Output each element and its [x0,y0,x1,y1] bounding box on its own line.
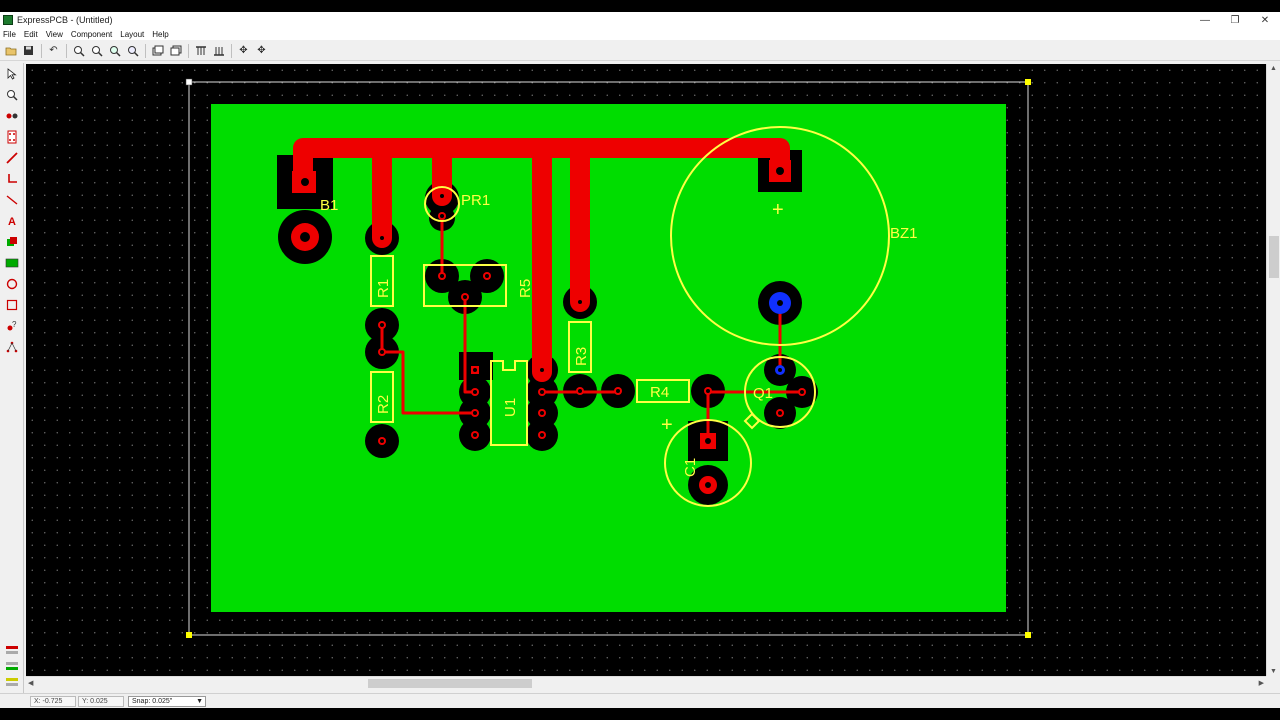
toolbar-separator [66,43,67,58]
vertical-scrollbar[interactable]: ▲ ▼ [1266,64,1280,676]
close-button[interactable]: ✕ [1250,12,1280,28]
label-bz1-plus: + [772,199,784,221]
zoom-fit-icon[interactable] [124,42,141,59]
label-r5: R5 [517,279,534,298]
scroll-right-icon[interactable]: ▶ [1259,679,1264,687]
toolbar-separator [145,43,146,58]
horizontal-scroll-thumb[interactable] [368,679,532,688]
pcb-drawing: B1 PR1 BZ1 Q1 R4 R1 R2 R5 U1 R3 C1 + + [185,78,1031,638]
minimize-button[interactable]: — [1190,12,1220,28]
fill-tool-icon[interactable] [3,233,21,251]
screen-top-border [0,0,1280,12]
pad-top-icon[interactable] [192,42,209,59]
menu-view[interactable]: View [46,30,63,39]
component-tool-icon[interactable] [3,128,21,146]
pad-bottom-icon[interactable] [210,42,227,59]
screen-bottom-border [0,708,1280,720]
pcb-canvas[interactable]: B1 PR1 BZ1 Q1 R4 R1 R2 R5 U1 R3 C1 + + [26,64,1266,676]
label-pr1: PR1 [461,192,490,209]
cursor-y-readout: Y: 0.025 [78,696,124,707]
selection-handle[interactable] [186,632,192,638]
copper-pour-tool-icon[interactable] [3,254,21,272]
menu-component[interactable]: Component [71,30,112,39]
label-u1: U1 [502,398,519,417]
label-c1-plus: + [661,414,673,436]
label-bz1: BZ1 [890,225,918,242]
horizontal-scrollbar[interactable]: ◀ ▶ [26,676,1266,689]
snap-select[interactable]: Snap: 0.025" ▼ [128,696,206,707]
net-tool-icon[interactable] [3,338,21,356]
pointer-tool-icon[interactable] [3,65,21,83]
zoom-tool-icon[interactable] [3,86,21,104]
zoom-in-icon[interactable] [70,42,87,59]
toolbar: ↶ ✥ ✥ [0,41,1280,61]
menu-bar: File Edit View Component Layout Help [0,28,1280,40]
vertical-scroll-thumb[interactable] [1269,236,1279,278]
toolbar-separator [41,43,42,58]
label-c1: C1 [682,458,699,477]
label-r3: R3 [573,347,590,366]
toolbar-separator [188,43,189,58]
label-b1: B1 [320,197,338,214]
label-r4: R4 [650,384,669,401]
zoom-window-icon[interactable] [106,42,123,59]
window-controls: — ❐ ✕ [1190,12,1280,28]
move-icon[interactable]: ✥ [235,42,252,59]
svg-text:A: A [8,216,16,227]
label-q1: Q1 [753,385,773,402]
toolbar-separator [231,43,232,58]
layer-bottom-icon[interactable] [167,42,184,59]
scroll-down-icon[interactable]: ▼ [1270,668,1277,675]
menu-file[interactable]: File [3,30,16,39]
pin-tool-icon[interactable]: ? [3,317,21,335]
layer-view-silk-icon[interactable] [3,673,21,691]
selection-handle[interactable] [185,78,193,86]
selection-handle[interactable] [1025,79,1031,85]
chevron-down-icon: ▼ [196,698,203,705]
snap-value: Snap: 0.025" [132,698,173,705]
expresspcb-window: ExpressPCB - (Untitled) — ❐ ✕ File Edit … [0,12,1280,708]
restore-button[interactable]: ❐ [1220,12,1250,28]
center-icon[interactable]: ✥ [253,42,270,59]
open-icon[interactable] [2,42,19,59]
scroll-left-icon[interactable]: ◀ [28,679,33,687]
window-title: ExpressPCB - (Untitled) [17,15,113,25]
rectangle-tool-icon[interactable] [3,296,21,314]
menu-edit[interactable]: Edit [24,30,38,39]
line-tool-icon[interactable] [3,191,21,209]
circle-tool-icon[interactable] [3,275,21,293]
undo-icon[interactable]: ↶ [45,42,62,59]
svg-text:?: ? [12,320,17,329]
title-bar: ExpressPCB - (Untitled) — ❐ ✕ [0,12,1280,28]
status-bar: X: -0.725 Y: 0.025 Snap: 0.025" ▼ [0,693,1280,708]
scroll-up-icon[interactable]: ▲ [1270,65,1277,72]
trace-tool-icon[interactable] [3,149,21,167]
text-tool-icon[interactable]: A [3,212,21,230]
layer-top-icon[interactable] [149,42,166,59]
label-r2: R2 [375,395,392,414]
save-icon[interactable] [20,42,37,59]
zoom-out-icon[interactable] [88,42,105,59]
selection-handle[interactable] [1025,632,1031,638]
label-r1: R1 [375,279,392,298]
tool-palette: A ? [0,63,24,693]
pad-tool-icon[interactable] [3,107,21,125]
app-icon [3,15,13,25]
corner-tool-icon[interactable] [3,170,21,188]
cursor-x-readout: X: -0.725 [30,696,76,707]
menu-help[interactable]: Help [152,30,168,39]
menu-layout[interactable]: Layout [120,30,144,39]
